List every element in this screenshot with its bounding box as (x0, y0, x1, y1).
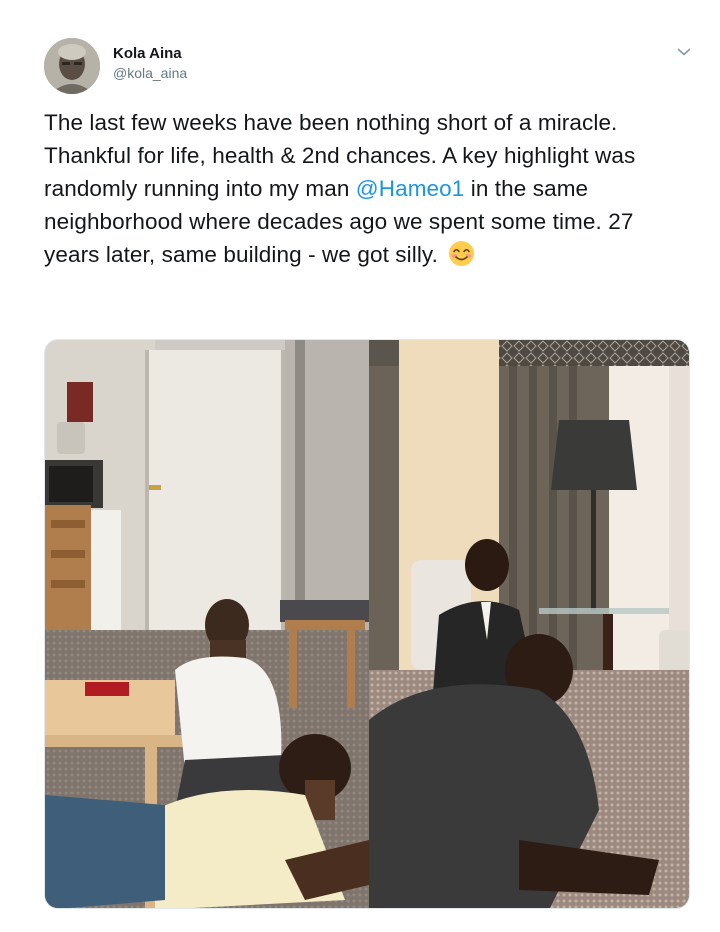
chevron-down-icon[interactable] (672, 40, 696, 64)
avatar[interactable] (44, 38, 100, 94)
author-info: Kola Aina @kola_aina (113, 44, 187, 82)
tweet: Kola Aina @kola_aina The last few weeks … (0, 0, 720, 932)
mention-link[interactable]: @Hameo1 (356, 176, 465, 201)
childhood-photo[interactable] (45, 340, 369, 908)
tweet-text: The last few weeks have been nothing sho… (44, 106, 684, 271)
smiling-face-emoji-icon (448, 240, 475, 267)
profile-photo-icon (44, 38, 100, 94)
display-name[interactable]: Kola Aina (113, 44, 187, 64)
adult-recreation-photo[interactable] (369, 340, 689, 908)
tweet-media[interactable] (44, 339, 690, 909)
user-handle[interactable]: @kola_aina (113, 64, 187, 82)
